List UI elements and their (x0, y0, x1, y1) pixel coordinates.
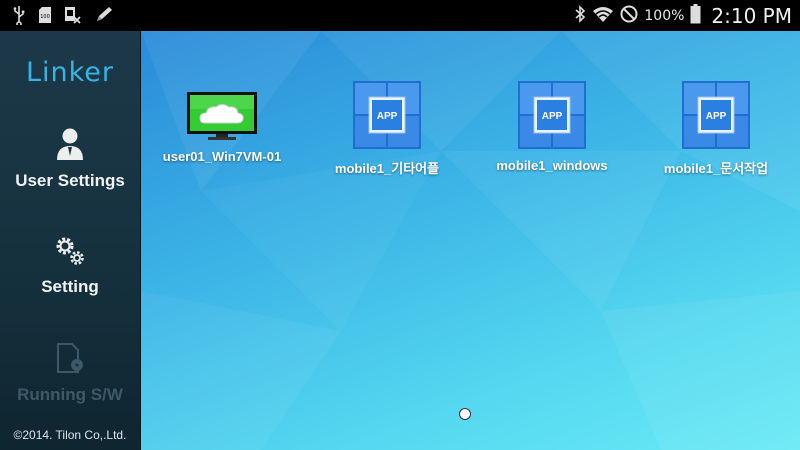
desktop-app-mobile1-windows[interactable]: APP mobile1_windows (477, 80, 627, 173)
sidebar-item-user-settings[interactable]: User Settings (0, 127, 140, 191)
desktop-app-mobile1-etc[interactable]: APP mobile1_기타어플 (312, 80, 462, 177)
sd-card-icon: 100 (38, 6, 52, 24)
app-icon: APP (477, 80, 627, 150)
app-badge: APP (542, 111, 563, 122)
bluetooth-icon (574, 4, 586, 27)
sidebar: Linker User Settings Setting Running S/W… (0, 31, 141, 450)
usb-icon (12, 5, 26, 25)
app-label: mobile1_windows (496, 158, 608, 173)
pencil-icon (94, 6, 114, 24)
svg-text:100: 100 (40, 14, 50, 20)
app-logo: Linker (25, 57, 115, 88)
page-indicator-dot[interactable] (459, 408, 471, 420)
status-bar: 100 100% 2:10 PM (0, 0, 800, 31)
app-label: user01_Win7VM-01 (162, 149, 282, 164)
wifi-icon (592, 5, 614, 27)
sidebar-item-label: Running S/W (17, 385, 123, 404)
battery-icon (690, 3, 701, 28)
app-icon: APP (641, 80, 791, 150)
document-disc-icon (0, 343, 140, 379)
sidebar-item-setting[interactable]: Setting (0, 235, 140, 297)
desktop-app-user01-win7vm-01[interactable]: user01_Win7VM-01 (147, 91, 297, 164)
desktop-area: user01_Win7VM-01 APP mobile1_기타어플 APP mo… (141, 31, 800, 450)
app-badge: APP (377, 111, 398, 122)
battery-percent: 100% (644, 7, 685, 24)
app-label: mobile1_문서작업 (663, 161, 769, 176)
app-icon: APP (312, 80, 462, 150)
monitor-cloud-icon (147, 91, 297, 141)
app-label: mobile1_기타어플 (334, 161, 440, 176)
block-icon (620, 5, 638, 27)
app-badge: APP (706, 111, 727, 122)
sidebar-item-label: Setting (41, 277, 99, 296)
desktop-app-mobile1-documents[interactable]: APP mobile1_문서작업 (641, 80, 791, 177)
sidebar-item-label: User Settings (15, 171, 125, 190)
sim-off-icon (64, 6, 82, 24)
user-icon (0, 127, 140, 165)
sidebar-item-running-sw[interactable]: Running S/W (0, 343, 140, 405)
gears-icon (0, 235, 140, 271)
clock: 2:10 PM (711, 3, 792, 28)
copyright: ©2014. Tilon Co,.Ltd. (13, 428, 127, 442)
